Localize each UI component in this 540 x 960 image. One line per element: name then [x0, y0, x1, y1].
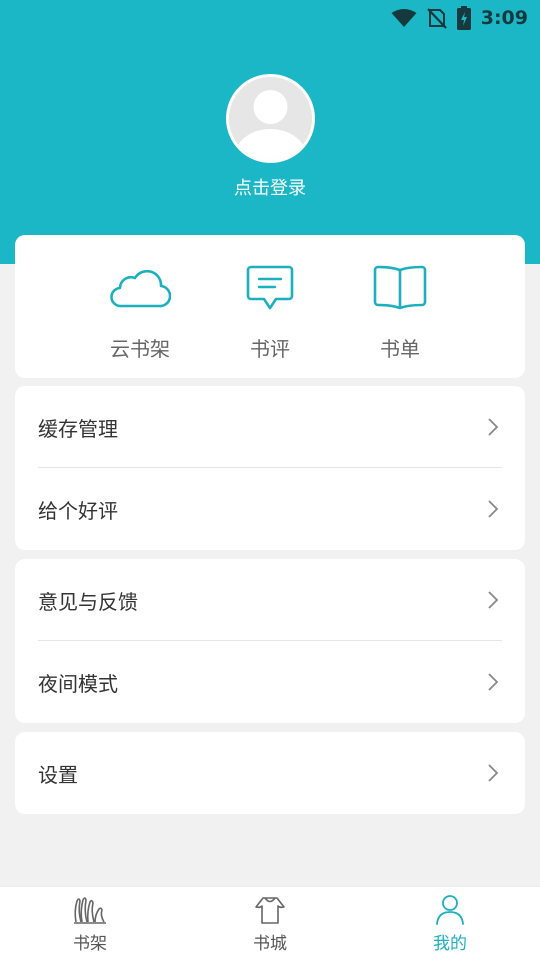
bottom-tab-bar: 书架 书城 我的 — [0, 886, 540, 960]
person-icon — [435, 893, 465, 927]
menu-item-label: 给个好评 — [38, 498, 118, 523]
menu-group-preferences: 意见与反馈 夜间模式 — [15, 559, 525, 723]
tab-bookshelf[interactable]: 书架 — [30, 887, 150, 960]
bookshelf-icon — [73, 893, 107, 927]
chevron-right-icon — [488, 764, 499, 782]
chevron-right-icon — [488, 500, 499, 518]
open-book-icon — [372, 263, 428, 313]
menu-item-label: 缓存管理 — [38, 416, 118, 441]
menu-item-night-mode[interactable]: 夜间模式 — [15, 641, 525, 723]
menu-item-settings[interactable]: 设置 — [15, 732, 525, 814]
quick-actions-card: 云书架 书评 书单 — [15, 235, 525, 378]
quick-action-reviews[interactable]: 书评 — [210, 235, 330, 378]
chevron-right-icon — [488, 591, 499, 609]
menu-group-storage: 缓存管理 给个好评 — [15, 386, 525, 550]
menu-item-label: 意见与反馈 — [38, 589, 138, 614]
chevron-right-icon — [488, 673, 499, 691]
menu-item-cache-management[interactable]: 缓存管理 — [15, 386, 525, 468]
tab-label: 书城 — [253, 934, 287, 954]
quick-action-label: 书单 — [380, 337, 420, 361]
status-time: 3:09 — [480, 7, 528, 29]
tab-mine[interactable]: 我的 — [390, 887, 510, 960]
tab-label: 我的 — [433, 934, 467, 954]
tab-bookstore[interactable]: 书城 — [210, 887, 330, 960]
bookstore-icon — [253, 893, 287, 927]
menu-group-settings: 设置 — [15, 732, 525, 814]
profile-header: 3:09 点击登录 — [0, 0, 540, 264]
menu-item-feedback[interactable]: 意见与反馈 — [15, 559, 525, 641]
cloud-icon — [109, 263, 171, 313]
quick-action-cloud-shelf[interactable]: 云书架 — [80, 235, 200, 378]
menu-item-label: 设置 — [38, 762, 78, 787]
comment-icon — [245, 263, 295, 313]
quick-action-label: 书评 — [250, 337, 290, 361]
no-sim-icon — [426, 7, 447, 29]
menu-item-label: 夜间模式 — [38, 671, 118, 696]
avatar[interactable] — [226, 74, 315, 163]
chevron-right-icon — [488, 418, 499, 436]
quick-action-booklist[interactable]: 书单 — [340, 235, 460, 378]
tab-label: 书架 — [73, 934, 107, 954]
wifi-icon — [391, 8, 417, 28]
menu-item-rate-app[interactable]: 给个好评 — [15, 468, 525, 550]
status-bar: 3:09 — [391, 0, 540, 36]
quick-action-label: 云书架 — [110, 337, 170, 361]
profile-page: 3:09 点击登录 云书架 书评 书单 缓存管理 给个好评 意见与反馈 夜间模式… — [0, 0, 540, 960]
login-prompt[interactable]: 点击登录 — [0, 174, 540, 200]
battery-charging-icon — [456, 6, 471, 30]
default-avatar-icon — [229, 77, 312, 160]
